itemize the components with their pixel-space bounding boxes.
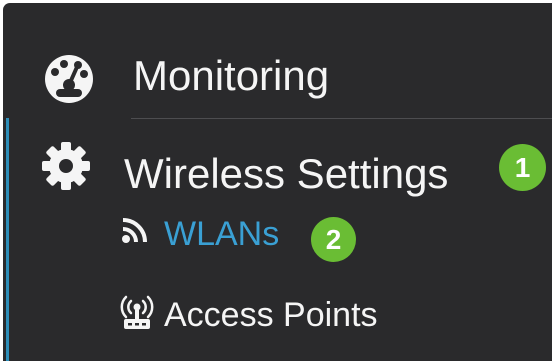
section-divider [131, 118, 552, 119]
access-point-icon [120, 295, 154, 329]
sub-nav-label-wlans: WLANs [164, 215, 280, 253]
step-badge-1: 1 [499, 144, 546, 191]
wifi-feed-icon [122, 218, 147, 243]
dashboard-gauge-icon [45, 55, 93, 103]
nav-item-monitoring[interactable]: Monitoring [3, 3, 552, 115]
nav-label-monitoring: Monitoring [133, 52, 330, 99]
step-badge-2: 2 [311, 217, 356, 262]
gear-icon [42, 142, 90, 190]
active-section-indicator [6, 118, 9, 361]
nav-label-wireless-settings: Wireless Settings [124, 150, 449, 197]
sidebar-nav: Monitoring Wireless Settings 1 WLANs 2 A… [3, 3, 552, 361]
sub-nav-label-access-points: Access Points [164, 296, 378, 334]
